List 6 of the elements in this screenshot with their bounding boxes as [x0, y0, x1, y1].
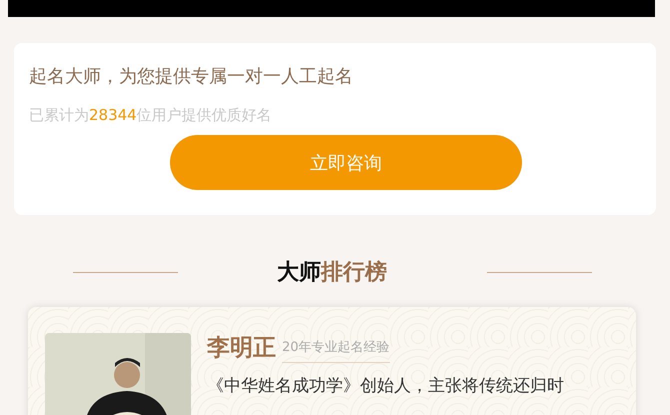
consult-button[interactable]: 立即咨询 [170, 135, 522, 190]
section-heading: 大师排行榜 [276, 259, 388, 287]
intro-title: 起名大师，为您提供专属一对一人工起名 [29, 65, 354, 89]
master-name: 李明正 [207, 334, 276, 363]
experience-tag: 20年专业起名经验 [282, 339, 390, 363]
master-bio: 《中华姓名成功学》创始人，主张将传统还归时 [207, 375, 565, 397]
